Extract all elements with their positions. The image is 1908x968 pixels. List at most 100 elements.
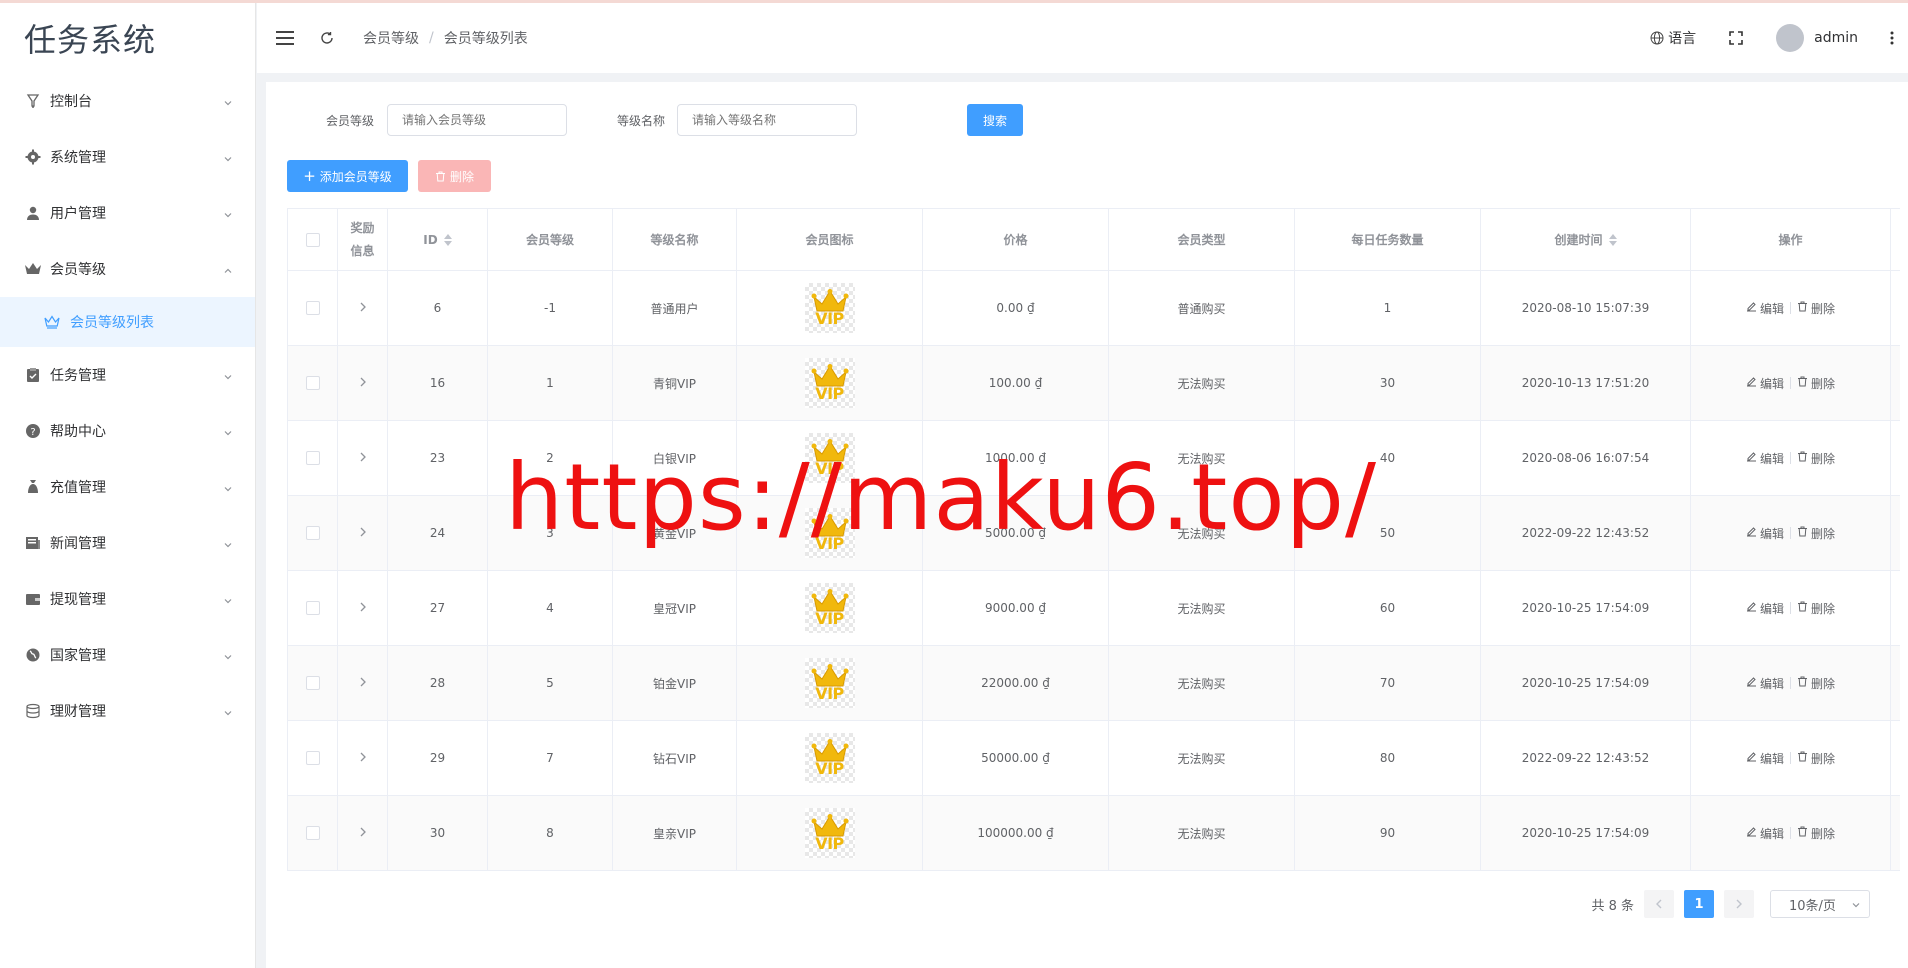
content-card: 会员等级 等级名称 搜索 + 添加会员等级 删除 奖励 信息 ID 会员等级 等…: [266, 82, 1908, 968]
expand-row-icon[interactable]: [359, 451, 367, 465]
svg-text:?: ?: [30, 427, 35, 438]
row-checkbox[interactable]: [305, 451, 320, 465]
row-checkbox[interactable]: [305, 601, 320, 615]
table-cell: 29: [388, 721, 488, 795]
edit-button[interactable]: 编辑: [1746, 525, 1784, 542]
cell-type: 无法购买: [1177, 451, 1226, 466]
delete-button[interactable]: 删除: [1797, 750, 1835, 767]
row-checkbox[interactable]: [305, 676, 320, 690]
table-cell: 编辑 删除: [1691, 796, 1891, 870]
delete-button[interactable]: 删除: [1797, 600, 1835, 617]
cell-price: 1000.00 ₫: [984, 451, 1047, 465]
delete-button[interactable]: 删除: [1797, 525, 1835, 542]
edit-button[interactable]: 编辑: [1746, 300, 1784, 317]
table-cell: 2020-10-25 17:54:09: [1481, 646, 1691, 720]
sort-icon[interactable]: [1608, 233, 1617, 246]
expand-row-icon[interactable]: [359, 826, 367, 840]
sidebar-item-10[interactable]: 理财管理: [0, 683, 255, 739]
delete-button[interactable]: 删除: [1797, 300, 1835, 317]
vip-badge-text: VIP: [815, 458, 844, 478]
row-checkbox[interactable]: [305, 376, 320, 390]
row-checkbox[interactable]: [305, 526, 320, 540]
edit-button[interactable]: 编辑: [1746, 750, 1784, 767]
sort-icon[interactable]: [443, 233, 452, 246]
next-page-button[interactable]: [1724, 890, 1754, 918]
sidebar-item-0[interactable]: 控制台: [0, 73, 255, 129]
table-cell: [288, 646, 338, 720]
table-cell: 无法购买: [1109, 796, 1295, 870]
vip-crown-icon: VIP: [804, 658, 855, 708]
delete-button[interactable]: 删除: [1797, 675, 1835, 692]
trash-icon: [1797, 751, 1808, 765]
add-level-button[interactable]: + 添加会员等级: [287, 160, 408, 192]
chevron-down-icon: [223, 370, 233, 380]
table-row: 24 3 黄金VIP VIP 5000.00 ₫ 无法购买 50 2022-09-22 12:…: [288, 496, 1900, 571]
sidebar-item-9[interactable]: 国家管理: [0, 627, 255, 683]
expand-row-icon[interactable]: [359, 526, 367, 540]
cell-daily-tasks: 50: [1379, 526, 1396, 540]
search-button[interactable]: 搜索: [967, 104, 1023, 136]
table-row: 6 -1 普通用户 VIP 0.00 ₫ 普通购买 1 2020-08-10 15:07:39…: [288, 271, 1900, 346]
edit-label: 编辑: [1759, 601, 1784, 616]
sidebar-item-label: 系统管理: [50, 150, 106, 166]
cell-type: 无法购买: [1177, 751, 1226, 766]
table-row: 29 7 钻石VIP VIP 50000.00 ₫ 无法购买 80 2022-09-22 12…: [288, 721, 1900, 796]
level-filter-input[interactable]: [387, 104, 567, 136]
expand-row-icon[interactable]: [359, 376, 367, 390]
row-checkbox[interactable]: [305, 826, 320, 840]
edit-button[interactable]: 编辑: [1746, 600, 1784, 617]
cell-created: 2020-10-13 17:51:20: [1521, 376, 1650, 390]
edit-button[interactable]: 编辑: [1746, 825, 1784, 842]
header-created[interactable]: 创建时间: [1481, 209, 1691, 270]
vip-crown-icon: VIP: [804, 583, 855, 633]
cell-price: 0.00 ₫: [996, 301, 1035, 315]
expand-row-icon[interactable]: [359, 601, 367, 615]
sidebar-item-3[interactable]: 会员等级: [0, 241, 255, 297]
edit-label: 编辑: [1759, 676, 1784, 691]
sidebar-item-4[interactable]: 任务管理: [0, 347, 255, 403]
sidebar-item-8[interactable]: 提现管理: [0, 571, 255, 627]
sidebar-subitem-level-list[interactable]: 会员等级列表: [0, 297, 255, 347]
row-checkbox[interactable]: [305, 751, 320, 765]
cell-id: 30: [429, 826, 446, 840]
edit-button[interactable]: 编辑: [1746, 450, 1784, 467]
trash-icon: [1797, 601, 1808, 615]
sidebar-item-2[interactable]: 用户管理: [0, 185, 255, 241]
edit-button[interactable]: 编辑: [1746, 675, 1784, 692]
delete-button[interactable]: 删除: [1797, 450, 1835, 467]
sidebar-item-5[interactable]: ? 帮助中心: [0, 403, 255, 459]
cell-price: 50000.00 ₫: [981, 751, 1050, 765]
username[interactable]: admin: [1814, 30, 1858, 46]
vip-badge-text: VIP: [815, 383, 844, 403]
delete-button[interactable]: 删除: [1797, 375, 1835, 392]
page-number-current[interactable]: 1: [1684, 890, 1714, 918]
refresh-icon[interactable]: [317, 28, 337, 48]
expand-row-icon[interactable]: [359, 676, 367, 690]
bulk-delete-button[interactable]: 删除: [418, 160, 491, 192]
table-cell: 2020-08-10 15:07:39: [1481, 271, 1691, 345]
page-size-select[interactable]: 10条/页: [1770, 890, 1870, 918]
table-cell: VIP: [737, 721, 923, 795]
expand-row-icon[interactable]: [359, 301, 367, 315]
edit-button[interactable]: 编辑: [1746, 375, 1784, 392]
delete-button[interactable]: 删除: [1797, 825, 1835, 842]
fullscreen-icon[interactable]: [1726, 28, 1746, 48]
select-all-checkbox[interactable]: [305, 232, 320, 247]
header-id[interactable]: ID: [388, 209, 488, 270]
table-cell: 23: [388, 421, 488, 495]
expand-row-icon[interactable]: [359, 751, 367, 765]
hamburger-menu-icon[interactable]: [275, 28, 295, 48]
row-checkbox[interactable]: [305, 301, 320, 315]
breadcrumb-item-level[interactable]: 会员等级: [363, 28, 419, 48]
language-switcher[interactable]: 语言: [1650, 28, 1696, 48]
sidebar-item-6[interactable]: 充值管理: [0, 459, 255, 515]
avatar[interactable]: [1776, 24, 1805, 52]
sidebar-item-1[interactable]: 系统管理: [0, 129, 255, 185]
more-vertical-icon[interactable]: [1882, 28, 1902, 48]
edit-icon: [1746, 751, 1757, 765]
table-cell: VIP: [737, 796, 923, 870]
prev-page-button[interactable]: [1644, 890, 1674, 918]
name-filter-input[interactable]: [677, 104, 857, 136]
table-cell: 8: [488, 796, 613, 870]
sidebar-item-7[interactable]: 新闻管理: [0, 515, 255, 571]
